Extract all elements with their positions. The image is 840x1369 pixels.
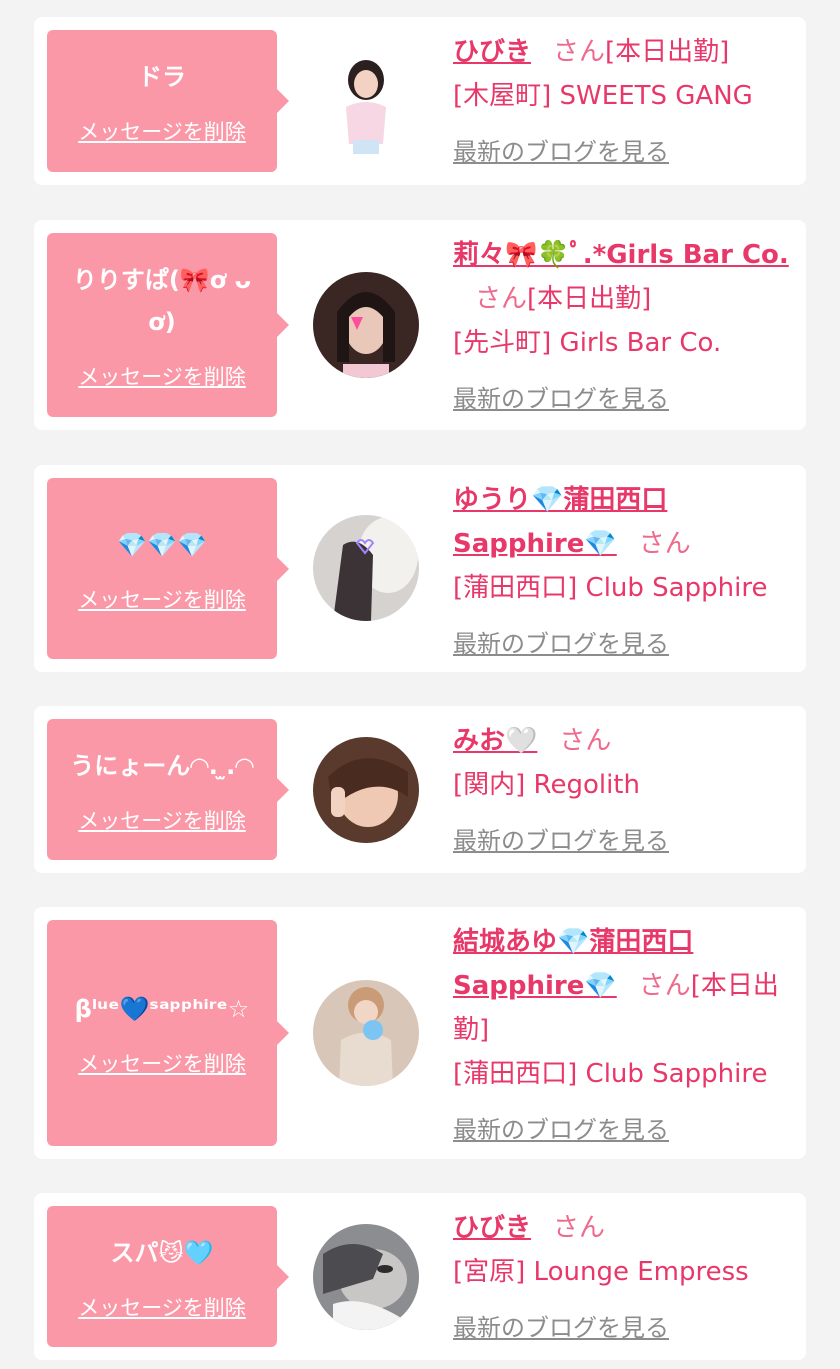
cast-info: 結城あゆ💎蒲田西口Sapphire💎 さん[本日出勤] [蒲田西口] Club S… <box>453 920 793 1152</box>
shop-area: [関内] Regolith <box>453 770 640 800</box>
favorite-card: スパ😼🩵 メッセージを削除 ひびき さん [宮原] Lounge Empress … <box>34 1193 806 1360</box>
attendance-status: [本日出勤] <box>605 37 730 67</box>
latest-blog-link[interactable]: 最新のブログを見る <box>453 130 793 174</box>
message-text: ドラ <box>138 63 186 91</box>
delete-message-link[interactable]: メッセージを削除 <box>78 584 246 614</box>
shop-area: [木屋町] SWEETS GANG <box>453 81 753 111</box>
message-bubble: ドラ メッセージを削除 <box>47 30 289 172</box>
honorific: さん <box>638 971 691 1001</box>
cast-name-link[interactable]: ゆうり💎蒲田西口Sapphire💎 <box>453 485 667 559</box>
cast-info: ひびき さん [宮原] Lounge Empress 最新のブログを見る <box>453 1206 793 1350</box>
latest-blog-link[interactable]: 最新のブログを見る <box>453 1306 793 1350</box>
delete-message-link[interactable]: メッセージを削除 <box>78 805 246 835</box>
cast-photo-icon[interactable] <box>313 980 419 1086</box>
favorite-card: ドラ メッセージを削除 ひびき さん[本日出勤] [木屋町] SWEETS GAN… <box>34 17 806 185</box>
message-bubble: うにょーん◠. ̫.◠ メッセージを削除 <box>47 719 289 860</box>
message-text: βˡᵘᵉ💙ˢᵃᵖᵖʰⁱʳᵉ☆ <box>74 995 250 1023</box>
cast-info: ゆうり💎蒲田西口Sapphire💎 さん [蒲田西口] Club Sapphire… <box>453 478 793 666</box>
cast-photo-icon[interactable] <box>313 52 419 158</box>
cast-photo-icon[interactable] <box>313 515 419 621</box>
latest-blog-link[interactable]: 最新のブログを見る <box>453 819 793 863</box>
message-text: りりすぱ(🎀ơ ᴗ ơ) <box>72 266 252 336</box>
cast-name-link[interactable]: ひびき <box>453 37 531 67</box>
cast-name-link[interactable]: みお🤍 <box>453 726 537 756</box>
honorific: さん <box>638 529 691 559</box>
message-bubble: βˡᵘᵉ💙ˢᵃᵖᵖʰⁱʳᵉ☆ メッセージを削除 <box>47 920 289 1146</box>
favorite-card: りりすぱ(🎀ơ ᴗ ơ) メッセージを削除 莉々🎀🍀ﾟ.*Girls Bar C… <box>34 220 806 430</box>
message-bubble: 💎💎💎 メッセージを削除 <box>47 478 289 659</box>
message-bubble: りりすぱ(🎀ơ ᴗ ơ) メッセージを削除 <box>47 233 289 417</box>
honorific: さん <box>559 726 612 756</box>
honorific: さん <box>553 37 606 67</box>
cast-info: みお🤍 さん [関内] Regolith 最新のブログを見る <box>453 719 793 863</box>
delete-message-link[interactable]: メッセージを削除 <box>78 1048 246 1078</box>
shop-area: [宮原] Lounge Empress <box>453 1257 749 1287</box>
shop-area: [先斗町] Girls Bar Co. <box>453 328 722 358</box>
delete-message-link[interactable]: メッセージを削除 <box>78 1292 246 1322</box>
attendance-status: [本日出勤] <box>527 284 652 314</box>
cast-photo-icon[interactable] <box>313 1224 419 1330</box>
honorific: さん <box>475 284 528 314</box>
latest-blog-link[interactable]: 最新のブログを見る <box>453 377 793 421</box>
shop-area: [蒲田西口] Club Sapphire <box>453 573 768 603</box>
message-bubble: スパ😼🩵 メッセージを削除 <box>47 1206 289 1347</box>
cast-name-link[interactable]: 莉々🎀🍀ﾟ.*Girls Bar Co. <box>453 240 789 270</box>
honorific: さん <box>553 1213 606 1243</box>
favorite-card: βˡᵘᵉ💙ˢᵃᵖᵖʰⁱʳᵉ☆ メッセージを削除 結城あゆ💎蒲田西口Sapphir… <box>34 907 806 1159</box>
cast-info: 莉々🎀🍀ﾟ.*Girls Bar Co. さん[本日出勤] [先斗町] Girls… <box>453 233 793 421</box>
favorite-card: うにょーん◠. ̫.◠ メッセージを削除 みお🤍 さん [関内] Regolith… <box>34 706 806 873</box>
delete-message-link[interactable]: メッセージを削除 <box>78 116 246 146</box>
latest-blog-link[interactable]: 最新のブログを見る <box>453 1108 793 1152</box>
shop-area: [蒲田西口] Club Sapphire <box>453 1059 768 1089</box>
message-text: スパ😼🩵 <box>110 1238 214 1267</box>
cast-photo-icon[interactable] <box>313 737 419 843</box>
delete-message-link[interactable]: メッセージを削除 <box>78 361 246 391</box>
cast-info: ひびき さん[本日出勤] [木屋町] SWEETS GANG 最新のブログを見る <box>453 30 793 174</box>
cast-photo-icon[interactable] <box>313 272 419 378</box>
cast-name-link[interactable]: ひびき <box>453 1213 531 1243</box>
favorite-card: 💎💎💎 メッセージを削除 ゆうり💎蒲田西口Sapphire💎 さん [蒲田西口] … <box>34 465 806 672</box>
message-text: 💎💎💎 <box>117 530 207 559</box>
message-text: うにょーん◠. ̫.◠ <box>70 751 254 780</box>
latest-blog-link[interactable]: 最新のブログを見る <box>453 622 793 666</box>
